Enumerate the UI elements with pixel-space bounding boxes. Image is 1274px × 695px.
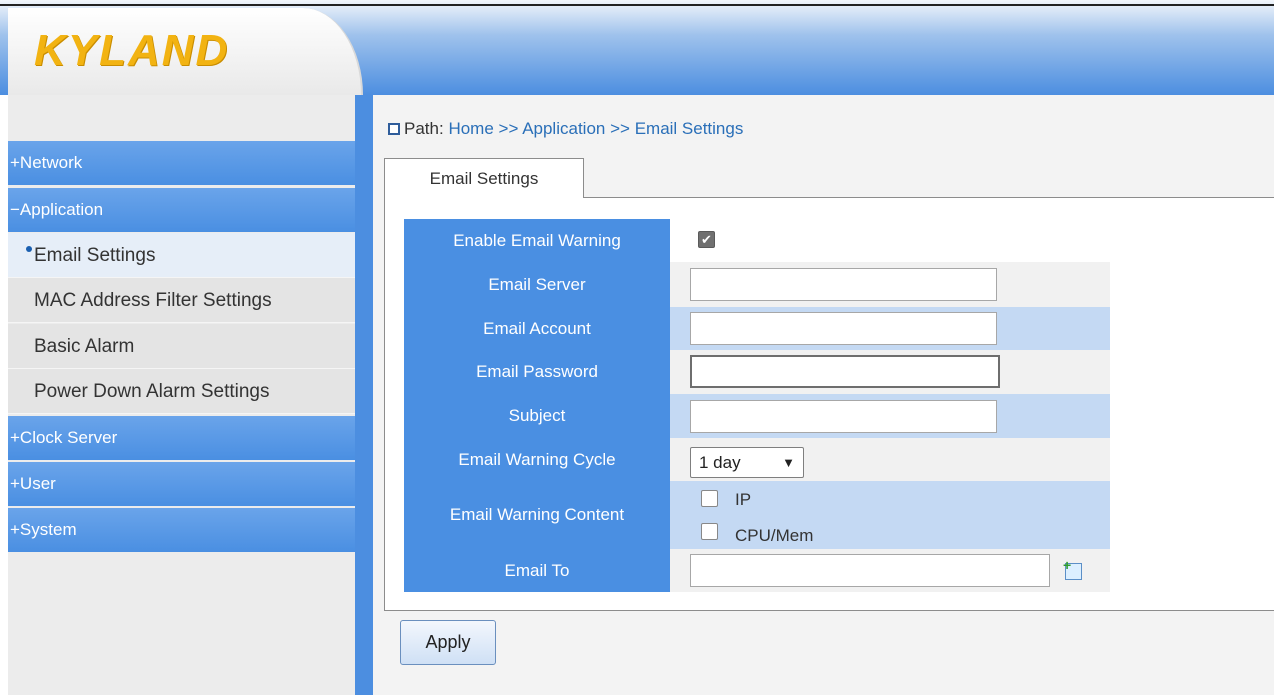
content-cpu-mem-label: CPU/Mem [735,526,814,545]
path-square-icon [388,123,400,135]
chevron-down-icon: ▼ [782,455,795,470]
sidebar-group-clock-server[interactable]: +Clock Server [8,416,355,460]
logo-tab: KYLAND [8,8,363,95]
sidebar-group-user[interactable]: +User [8,462,355,506]
tab-email-settings[interactable]: Email Settings [384,158,584,198]
email-account-input[interactable] [690,312,997,345]
content-ip-label: IP [735,490,752,509]
content-cpu-mem-checkbox[interactable] [701,523,718,540]
plus-icon: + [1063,557,1072,573]
root: KYLAND +Network −Application Email Setti… [0,0,1274,695]
email-password-label: Email Password [404,350,670,394]
email-account-label: Email Account [404,307,670,350]
enable-email-warning-label: Enable Email Warning [404,219,670,262]
email-server-label: Email Server [404,262,670,307]
add-recipient-button[interactable]: + [1060,557,1087,584]
breadcrumb: Path: Home >> Application >> Email Setti… [388,117,743,141]
apply-button[interactable]: Apply [400,620,496,665]
sidebar-item-label: MAC Address Filter Settings [34,290,272,311]
breadcrumb-application[interactable]: Application [522,119,605,138]
email-warning-content-label: Email Warning Content [404,481,670,549]
sidebar-item-label: Power Down Alarm Settings [34,381,270,402]
sidebar-item-mac-address-filter[interactable]: MAC Address Filter Settings [8,278,355,323]
breadcrumb-email-settings[interactable]: Email Settings [635,119,744,138]
sidebar-item-power-down-alarm[interactable]: Power Down Alarm Settings [8,369,355,414]
email-warning-cycle-select[interactable]: 1 day ▼ [690,447,804,478]
logo: KYLAND [34,26,230,75]
sidebar-group-network[interactable]: +Network [8,141,355,185]
sidebar-item-basic-alarm[interactable]: Basic Alarm [8,324,355,369]
email-to-label: Email To [404,549,670,592]
enable-email-warning-checkbox[interactable]: ✔ [698,231,715,248]
sidebar-group-system[interactable]: +System [8,508,355,552]
header-bar: KYLAND [0,0,1274,95]
email-server-input[interactable] [690,268,997,301]
active-bullet-icon [26,246,32,252]
subject-label: Subject [404,394,670,438]
breadcrumb-separator: >> [498,119,519,138]
breadcrumb-prefix: Path: [404,119,444,138]
sidebar-item-label: Email Settings [34,245,156,266]
checkmark-icon: ✔ [701,232,712,247]
email-warning-cycle-label: Email Warning Cycle [404,438,670,481]
subject-input[interactable] [690,400,997,433]
sidebar-item-label: Basic Alarm [34,336,135,357]
sidebar-group-application[interactable]: −Application [8,188,355,232]
header-top-border [0,4,1274,6]
breadcrumb-separator: >> [610,119,630,138]
content-ip-checkbox[interactable] [701,490,718,507]
frame-separator [355,95,373,695]
email-to-input[interactable] [690,554,1050,587]
select-value: 1 day [699,453,741,472]
sidebar-item-email-settings[interactable]: Email Settings [8,233,355,278]
email-password-input[interactable] [690,355,1000,388]
breadcrumb-home[interactable]: Home [448,119,493,138]
